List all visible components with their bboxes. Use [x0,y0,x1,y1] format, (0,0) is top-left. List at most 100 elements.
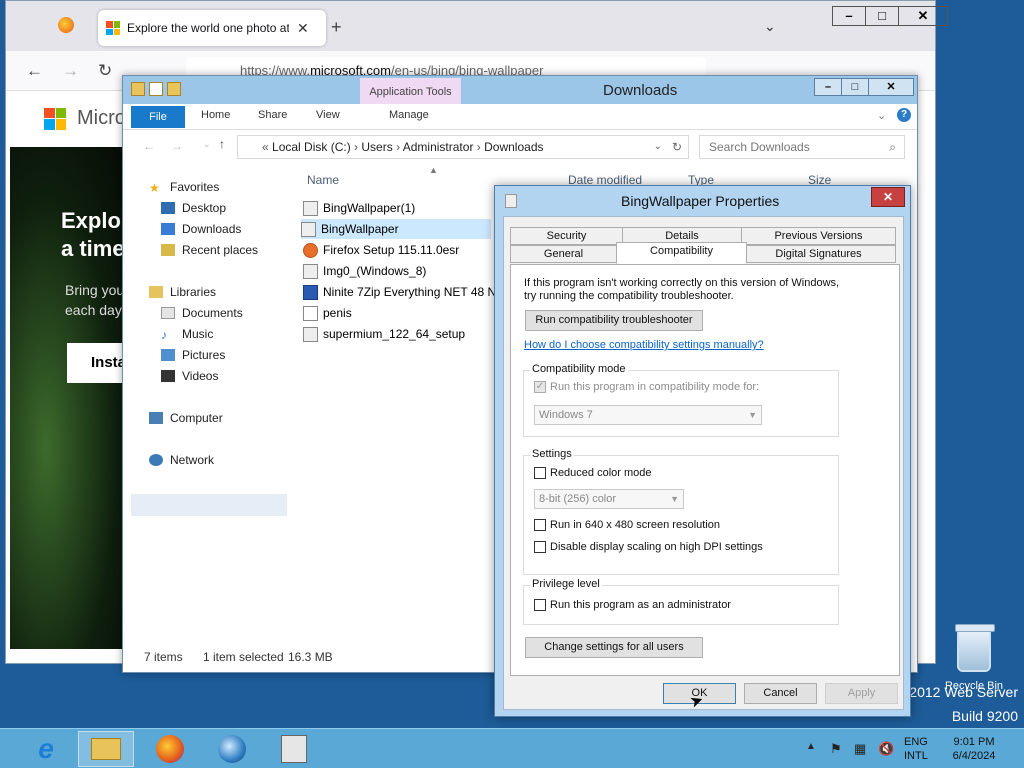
tab-general[interactable]: General [510,245,617,263]
firefox-icon[interactable] [58,17,74,33]
run-troubleshooter-button[interactable]: Run compatibility troubleshooter [525,310,703,331]
nav-network[interactable]: Network [149,453,214,467]
new-folder-icon[interactable] [167,82,181,96]
file-row[interactable]: Ninite 7Zip Everything NET 48 N [303,282,503,302]
run-as-admin-checkbox[interactable]: Run this program as an administrator [534,599,731,611]
properties-icon[interactable] [149,82,163,96]
reload-icon[interactable]: ↻ [98,61,112,81]
back-icon[interactable]: ← [26,61,43,81]
folder-icon [131,82,145,96]
address-row: ← → ⌄ ↑ « Local Disk (C:) › Users › Admi… [123,130,917,162]
forward-icon[interactable]: → [62,61,79,81]
compat-os-select[interactable]: Windows 7 ▼ [534,405,762,425]
browser-app-button[interactable] [204,731,260,767]
address-bar[interactable]: « Local Disk (C:) › Users › Administrato… [237,135,689,159]
internet-explorer-icon: e [38,733,54,764]
close-button[interactable]: ✕ [898,6,948,26]
tab-compatibility[interactable]: Compatibility [616,242,747,264]
nav-downloads[interactable]: Downloads [161,222,241,236]
ribbon-home-tab[interactable]: Home [201,109,230,121]
close-button[interactable]: ✕ [868,78,914,96]
close-tab-icon[interactable]: ✕ [297,20,309,37]
privilege-label: Privilege level [530,578,602,590]
network-tray-icon[interactable]: ▦ [854,741,866,757]
file-row[interactable]: Img0_(Windows_8) [303,261,503,281]
manual-settings-link[interactable]: How do I choose compatibility settings m… [524,339,764,351]
resolution-640-checkbox[interactable]: Run in 640 x 480 screen resolution [534,519,720,531]
expand-ribbon-icon[interactable]: ⌄ [877,109,886,122]
column-name[interactable]: Name [307,173,339,187]
file-row[interactable]: supermium_122_64_setup [303,324,503,344]
internet-explorer-button[interactable]: e [18,731,74,767]
search-box[interactable]: Search Downloads ⌕ [699,135,905,159]
nav-pictures[interactable]: Pictures [161,348,225,362]
nav-documents[interactable]: Documents [161,306,243,320]
application-tools-label: Application Tools [360,78,461,106]
file-explorer-button[interactable] [78,731,134,767]
reduced-color-checkbox[interactable]: Reduced color mode [534,467,652,479]
apply-button[interactable]: Apply [825,683,898,704]
list-all-tabs-button[interactable]: ⌄ [764,18,776,35]
blank-file-icon [303,305,318,321]
ribbon-share-tab[interactable]: Share [258,109,287,121]
tab-previous-versions[interactable]: Previous Versions [741,227,896,245]
browser-tab[interactable]: Explore the world one photo at ✕ [98,10,326,46]
tab-digital-signatures[interactable]: Digital Signatures [741,245,896,263]
recycle-bin[interactable]: Recycle Bin [944,624,1004,692]
maximize-button[interactable]: □ [865,6,899,26]
file-row[interactable]: BingWallpaper(1) [303,198,503,218]
nav-computer[interactable]: Computer [149,411,223,425]
breadcrumb-local-disk[interactable]: Local Disk (C:) [272,140,351,154]
up-icon[interactable]: ↑ [219,137,225,151]
nav-desktop[interactable]: Desktop [161,201,226,215]
breadcrumb-users[interactable]: Users [361,140,392,154]
search-placeholder: Search Downloads [709,140,810,154]
show-hidden-icons-button[interactable]: ▲ [806,741,816,752]
clock[interactable]: 9:01 PM 6/4/2024 [944,735,1004,763]
firefox-button[interactable] [142,731,198,767]
language-indicator[interactable]: ENG INTL [904,735,928,763]
microsoft-header[interactable]: Micro [44,107,126,130]
back-icon[interactable]: ← [143,139,155,153]
tab-security[interactable]: Security [510,227,623,245]
file-row[interactable]: penis [303,303,503,323]
maximize-button[interactable]: □ [841,78,869,96]
desktop-icon [161,202,175,214]
nav-libraries[interactable]: Libraries [149,285,216,299]
nav-favorites[interactable]: ★ Favorites [149,180,219,195]
nav-music[interactable]: ♪ Music [161,327,213,342]
clock-time: 9:01 PM [953,736,995,748]
file-row-selected[interactable]: BingWallpaper [301,219,491,239]
breadcrumb-administrator[interactable]: Administrator [403,140,474,154]
recycle-bin-icon [955,624,995,672]
change-all-users-button[interactable]: Change settings for all users [525,637,703,658]
nav-recent-places[interactable]: Recent places [161,243,258,257]
browser-tabbar: Explore the world one photo at ✕ + ⌄ – □… [6,1,948,51]
nav-videos[interactable]: Videos [161,369,218,383]
address-dropdown-icon[interactable]: ⌄ [654,136,662,158]
star-icon: ★ [149,181,160,195]
ribbon-manage-tab[interactable]: Manage [389,109,429,121]
refresh-icon[interactable]: ↻ [672,136,682,158]
color-depth-select[interactable]: 8-bit (256) color ▼ [534,489,684,509]
help-icon[interactable]: ? [897,108,911,122]
minimize-button[interactable]: – [814,78,842,96]
file-row[interactable]: Firefox Setup 115.11.0esr [303,240,503,260]
forward-icon[interactable]: → [171,139,183,153]
ninite-icon [303,284,318,300]
ribbon-file-tab[interactable]: File [131,106,185,128]
disable-dpi-scaling-checkbox[interactable]: Disable display scaling on high DPI sett… [534,541,763,553]
cancel-button[interactable]: Cancel [744,683,817,704]
breadcrumb-downloads[interactable]: Downloads [484,140,543,154]
action-center-flag-icon[interactable]: ⚑ [830,741,842,757]
properties-body: Security Details Previous Versions Gener… [503,216,904,712]
ribbon-view-tab[interactable]: View [316,109,340,121]
minimize-button[interactable]: – [832,6,866,26]
volume-muted-icon[interactable]: 🔇 [878,741,894,757]
server-manager-button[interactable] [266,731,322,767]
recent-chevron-icon[interactable]: ⌄ [203,139,211,150]
compat-mode-checkbox[interactable]: ✓ Run this program in compatibility mode … [534,381,759,393]
new-tab-button[interactable]: + [331,17,342,38]
quick-access-toolbar [131,82,181,96]
close-button[interactable]: ✕ [871,187,905,207]
